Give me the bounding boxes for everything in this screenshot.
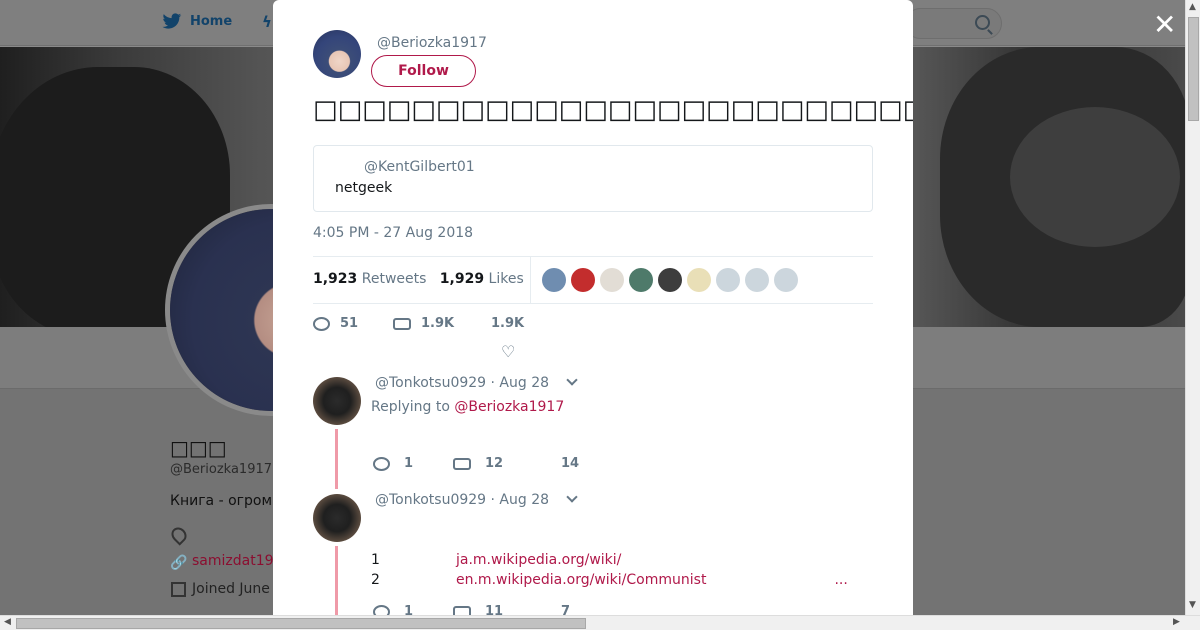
- list-item: 1 ja.m.wikipedia.org/wiki/: [371, 552, 848, 572]
- wiki-link[interactable]: en.m.wikipedia.org/wiki/Communist: [456, 572, 706, 592]
- vertical-scrollbar[interactable]: ▲ ▼: [1185, 0, 1200, 615]
- profile-link[interactable]: samizdat19: [192, 553, 274, 569]
- retweet-icon: [393, 317, 411, 330]
- reply-actions: 1 12 14: [373, 456, 579, 471]
- author-avatar[interactable]: [313, 30, 361, 78]
- tweet-text: □□□□□□□□□□□□□□□□□□□□□□□□□□□□□□□□□□□□□□□□…: [313, 95, 913, 125]
- reply-tweet[interactable]: @Tonkotsu0929 · Aug 28 1 ja.m.wikipedia.…: [313, 491, 873, 615]
- liker-avatar[interactable]: [658, 268, 682, 292]
- scroll-left-arrow-icon[interactable]: ◀: [4, 617, 11, 627]
- profile-handle: @Beriozka1917: [170, 462, 273, 477]
- profile-bio: Книга - огром: [170, 493, 273, 509]
- retweets-count: 1,923: [313, 271, 358, 287]
- liker-avatar[interactable]: [687, 268, 711, 292]
- heart-icon[interactable]: ♡: [501, 342, 515, 361]
- likes-label: Likes: [488, 271, 524, 287]
- likes-count: 1,929: [439, 271, 485, 287]
- quoted-handle: @KentGilbert01: [364, 159, 475, 175]
- retweet-action[interactable]: 1.9K: [393, 316, 491, 331]
- search-box[interactable]: [905, 8, 1002, 39]
- retweet-icon: [453, 605, 471, 615]
- reply-tweet[interactable]: @Tonkotsu0929 · Aug 28 Replying to @Beri…: [313, 374, 873, 489]
- liker-avatar[interactable]: [600, 268, 624, 292]
- retweet-action[interactable]: 11: [453, 604, 561, 615]
- retweets-label: Retweets: [361, 271, 427, 287]
- liker-avatar-default[interactable]: [716, 268, 740, 292]
- twitter-bird-icon: [162, 13, 182, 29]
- scroll-down-arrow-icon[interactable]: ▼: [1189, 600, 1196, 610]
- tweet-modal: @Beriozka1917 Follow □□□□□□□□□□□□□□□□□□□…: [273, 0, 913, 615]
- liker-avatar-default[interactable]: [774, 268, 798, 292]
- retweet-icon: [453, 457, 471, 470]
- reply-icon: [373, 456, 390, 471]
- scroll-up-arrow-icon[interactable]: ▲: [1189, 2, 1196, 12]
- reply-action[interactable]: 1: [373, 604, 453, 615]
- banner-figure-right-detail: [1010, 107, 1180, 247]
- quoted-text: netgeek: [335, 180, 393, 196]
- tweet-actions: 51 1.9K 1.9K: [313, 316, 524, 331]
- search-icon: [975, 15, 990, 30]
- thread-line: [335, 546, 338, 615]
- horizontal-scrollbar[interactable]: ◀ ▶: [0, 615, 1200, 630]
- liker-avatar[interactable]: [629, 268, 653, 292]
- stats-counts[interactable]: 1,923 Retweets 1,929 Likes: [313, 271, 524, 287]
- reply-handle[interactable]: @Tonkotsu0929: [375, 375, 486, 391]
- liker-avatar[interactable]: [571, 268, 595, 292]
- thread-line: [335, 429, 338, 489]
- chevron-down-icon[interactable]: [565, 374, 578, 386]
- retweet-action[interactable]: 12: [453, 456, 561, 471]
- link-icon: 🔗: [170, 555, 188, 571]
- list-item: 2 en.m.wikipedia.org/wiki/Communist ...: [371, 572, 848, 592]
- scroll-right-arrow-icon[interactable]: ▶: [1173, 617, 1180, 627]
- liker-avatar[interactable]: [542, 268, 566, 292]
- nav-home-label: Home: [190, 14, 233, 29]
- liker-avatar-default[interactable]: [745, 268, 769, 292]
- quoted-tweet[interactable]: @KentGilbert01 netgeek: [313, 145, 873, 212]
- chevron-down-icon[interactable]: [565, 491, 578, 503]
- tweet-stats: 1,923 Retweets 1,929 Likes: [313, 256, 873, 304]
- like-action[interactable]: 1.9K: [491, 316, 524, 331]
- reply-date[interactable]: · Aug 28: [491, 492, 550, 508]
- like-action[interactable]: 14: [561, 456, 579, 471]
- reply-header: @Tonkotsu0929 · Aug 28: [375, 374, 578, 391]
- reply-avatar[interactable]: [313, 494, 361, 542]
- wiki-link[interactable]: ja.m.wikipedia.org/wiki/: [456, 552, 621, 572]
- reply-header: @Tonkotsu0929 · Aug 28: [375, 491, 578, 508]
- reply-icon: [313, 316, 330, 331]
- replying-to: Replying to @Beriozka1917: [371, 399, 565, 415]
- reply-handle[interactable]: @Tonkotsu0929: [375, 492, 486, 508]
- calendar-icon: [171, 582, 186, 597]
- liker-avatars: [542, 268, 798, 292]
- reply-actions: 1 11 7: [373, 604, 570, 615]
- follow-button[interactable]: Follow: [371, 55, 476, 87]
- reply-date[interactable]: · Aug 28: [491, 375, 550, 391]
- reply-icon: [373, 604, 390, 615]
- author-handle[interactable]: @Beriozka1917: [377, 35, 487, 51]
- vertical-scroll-thumb[interactable]: [1188, 17, 1199, 121]
- reply-avatar[interactable]: [313, 377, 361, 425]
- close-modal-button[interactable]: ✕: [1153, 11, 1176, 39]
- profile-joined: Joined June: [192, 581, 270, 597]
- profile-name: □□□: [170, 436, 227, 460]
- ellipsis: ...: [834, 572, 848, 588]
- reply-action[interactable]: 51: [313, 316, 393, 331]
- reply-action[interactable]: 1: [373, 456, 453, 471]
- nav-home[interactable]: Home: [162, 13, 232, 30]
- like-action[interactable]: 7: [561, 604, 570, 615]
- horizontal-scroll-thumb[interactable]: [16, 618, 586, 629]
- reply-link-list: 1 ja.m.wikipedia.org/wiki/ 2 en.m.wikipe…: [371, 552, 848, 592]
- tweet-timestamp[interactable]: 4:05 PM - 27 Aug 2018: [313, 225, 473, 241]
